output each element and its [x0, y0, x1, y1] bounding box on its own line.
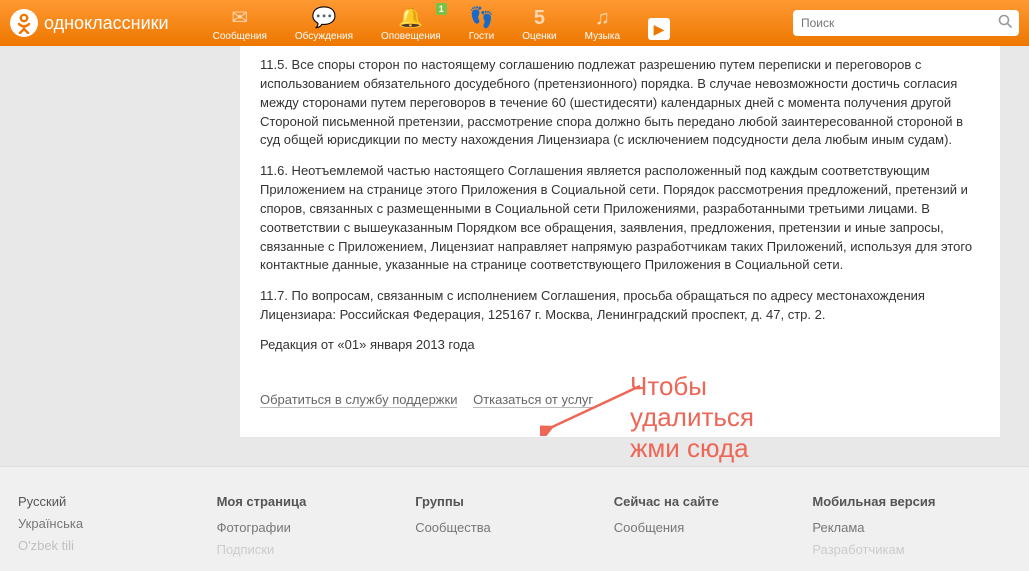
bell-icon: 🔔 — [381, 7, 441, 29]
ok-logo-icon — [10, 9, 38, 37]
search-icon[interactable] — [998, 14, 1013, 33]
lang-ua[interactable]: Українська — [18, 513, 217, 535]
footer-link-subs[interactable]: Подписки — [217, 539, 416, 561]
agreement-content: 11.5. Все споры сторон по настоящему сог… — [240, 46, 1000, 437]
logo[interactable]: одноклассники — [10, 9, 169, 37]
nav-label: Обсуждения — [295, 31, 353, 42]
nav-music[interactable]: ♫ Музыка — [571, 3, 634, 46]
chat-icon: 💬 — [295, 7, 353, 29]
nav-label: Оповещения — [381, 31, 441, 42]
nav-label: Музыка — [585, 31, 620, 42]
decline-services-link[interactable]: Отказаться от услуг — [473, 392, 593, 408]
main-nav: ✉ Сообщения 💬 Обсуждения 🔔 1 Оповещения … — [199, 0, 684, 46]
search-box[interactable] — [793, 10, 1019, 36]
top-header: одноклассники ✉ Сообщения 💬 Обсуждения 🔔… — [0, 0, 1029, 46]
support-link[interactable]: Обратиться в службу поддержки — [260, 392, 457, 408]
revision-date: Редакция от «01» января 2013 года — [260, 337, 980, 352]
footer-link-dev[interactable]: Разработчикам — [812, 539, 1011, 561]
clause-11-5: 11.5. Все споры сторон по настоящему сог… — [260, 56, 980, 150]
footer-link-messages[interactable]: Сообщения — [614, 517, 813, 539]
footer-col-groups: Группы Сообщества — [415, 491, 614, 561]
search-container — [793, 10, 1019, 36]
footer-col-mobile: Мобильная версия Реклама Разработчикам — [812, 491, 1011, 561]
lang-ru[interactable]: Русский — [18, 491, 217, 513]
nav-label: Оценки — [522, 31, 556, 42]
nav-label: Гости — [469, 31, 494, 42]
footer-link-communities[interactable]: Сообщества — [415, 517, 614, 539]
play-icon: ▶ — [648, 18, 670, 40]
nav-guests[interactable]: 👣 Гости — [455, 3, 508, 46]
footer-head[interactable]: Моя страница — [217, 491, 416, 513]
lang-uz[interactable]: O'zbek tili — [18, 535, 217, 557]
footer-head[interactable]: Мобильная версия — [812, 491, 1011, 513]
logo-text: одноклассники — [44, 13, 169, 34]
rating-icon: 5 — [522, 7, 556, 29]
music-icon: ♫ — [585, 7, 620, 29]
footsteps-icon: 👣 — [469, 7, 494, 29]
footer-head[interactable]: Сейчас на сайте — [614, 491, 813, 513]
nav-discussions[interactable]: 💬 Обсуждения — [281, 3, 367, 46]
envelope-icon: ✉ — [213, 7, 267, 29]
nav-messages[interactable]: ✉ Сообщения — [199, 3, 281, 46]
footer-col-online: Сейчас на сайте Сообщения — [614, 491, 813, 561]
nav-label: Сообщения — [213, 31, 267, 42]
clause-11-6: 11.6. Неотъемлемой частью настоящего Сог… — [260, 162, 980, 275]
main-area: 11.5. Все споры сторон по настоящему сог… — [0, 46, 1029, 466]
footer-head[interactable]: Группы — [415, 491, 614, 513]
footer-languages: Русский Українська O'zbek tili — [18, 491, 217, 561]
page-background: 11.5. Все споры сторон по настоящему сог… — [0, 46, 1029, 466]
footer-col-mypage: Моя страница Фотографии Подписки — [217, 491, 416, 561]
footer-link-photos[interactable]: Фотографии — [217, 517, 416, 539]
search-input[interactable] — [801, 16, 998, 30]
bottom-links: Обратиться в службу поддержки Отказаться… — [260, 392, 980, 407]
footer-link-ads[interactable]: Реклама — [812, 517, 1011, 539]
nav-ratings[interactable]: 5 Оценки — [508, 3, 570, 46]
nav-notifications[interactable]: 🔔 1 Оповещения — [367, 3, 455, 46]
nav-video[interactable]: ▶ — [634, 10, 684, 46]
clause-11-7: 11.7. По вопросам, связанным с исполнени… — [260, 287, 980, 325]
footer: Русский Українська O'zbek tili Моя стран… — [0, 466, 1029, 571]
notification-badge: 1 — [436, 3, 447, 15]
